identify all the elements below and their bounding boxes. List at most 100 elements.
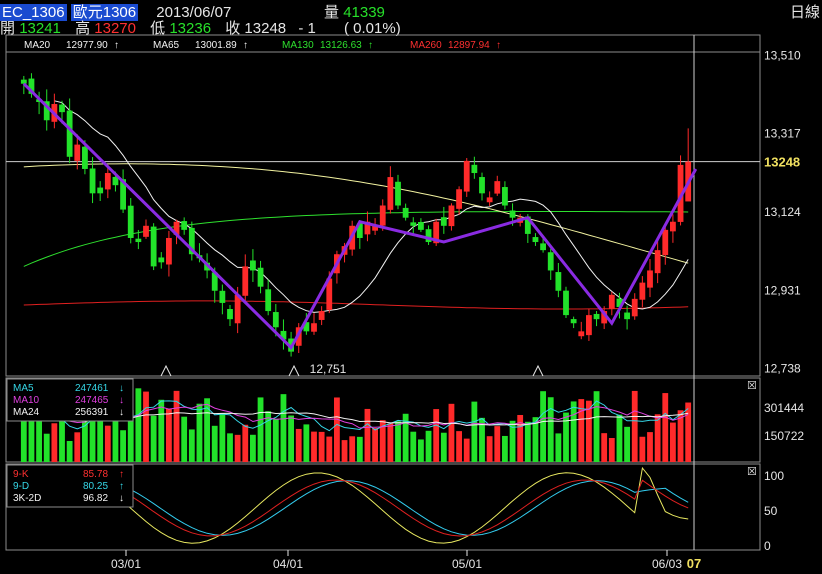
candle-body	[158, 257, 165, 263]
volume-tick-label: 301444	[764, 401, 804, 415]
candle-body	[143, 225, 149, 237]
volume-bar	[196, 403, 203, 462]
volume-bar	[624, 426, 630, 462]
candle-body	[662, 229, 669, 256]
volume-bar	[219, 413, 226, 462]
volume-bar	[143, 391, 149, 462]
x-tick-label: 03/01	[111, 557, 141, 571]
kd-tick-label: 50	[764, 504, 778, 518]
kd-tick-label: 0	[764, 539, 771, 553]
low-price-marker: 12,751	[310, 362, 347, 376]
candle-body	[479, 177, 485, 194]
candle-body	[219, 290, 226, 303]
candle-body	[471, 164, 478, 174]
volume-bar	[280, 394, 287, 462]
volume-bar	[265, 411, 272, 462]
candle-body	[463, 160, 470, 192]
candle-body	[555, 272, 562, 291]
volume-bar	[654, 414, 661, 462]
volume-bar	[418, 439, 424, 462]
candle-body	[486, 197, 493, 203]
volume-legend-value: 256391	[75, 407, 109, 418]
candle-body	[578, 331, 585, 337]
kd-legend-arrow: ↑	[119, 481, 124, 492]
candle-body	[82, 146, 88, 169]
volume-bar	[82, 418, 88, 462]
volume-bar	[66, 440, 73, 462]
candle-body	[74, 144, 81, 161]
close-kd-panel-icon[interactable]: ☒	[747, 466, 757, 478]
candle-body	[89, 168, 96, 194]
kd-k-line	[46, 479, 689, 537]
volume-bar	[211, 425, 218, 462]
volume-bar	[364, 408, 371, 462]
kd-legend-label: 9-D	[13, 481, 29, 492]
volume-bar	[272, 419, 279, 462]
trend-line	[22, 82, 698, 351]
volume-bar	[425, 430, 432, 462]
x-tick-label: 04/01	[273, 557, 303, 571]
volume-bar	[311, 431, 317, 462]
current-price-label: 13248	[764, 155, 800, 170]
stock-chart[interactable]: 13,510 13,317 13,124 12,931 12,738 13248 12,75…	[0, 0, 822, 574]
price-tick-label: 13,510	[764, 48, 801, 62]
ma-legend-arrow: ↑	[243, 40, 248, 51]
volume-bar	[36, 418, 42, 462]
volume-bar	[234, 434, 241, 462]
volume-bar	[227, 433, 233, 462]
candle-body	[234, 294, 241, 324]
volume-bar	[349, 436, 356, 462]
candle-body	[608, 294, 615, 309]
close-volume-panel-icon[interactable]: ☒	[747, 380, 757, 392]
volume-bar	[433, 409, 440, 462]
ma-legend-arrow: ↑	[368, 40, 373, 51]
kd-3k2d-line	[46, 466, 689, 544]
candle-body	[593, 313, 600, 320]
volume-bar	[188, 429, 195, 462]
volume-bar	[295, 428, 302, 462]
candle-body	[250, 260, 256, 271]
candle-body	[20, 79, 27, 84]
ma-legend-label: MA130	[282, 40, 314, 51]
kd-tick-label: 100	[764, 469, 784, 483]
volume-legend-arrow: ↓	[119, 407, 124, 418]
kd-legend-arrow: ↑	[119, 469, 124, 480]
kd-legend-value: 96.82	[83, 493, 108, 504]
volume-legend-arrow: ↓	[119, 383, 124, 394]
volume-bar	[540, 391, 546, 462]
volume-bar	[135, 388, 142, 462]
candle-body	[547, 252, 554, 271]
candle-body	[440, 217, 447, 226]
ma130-line	[23, 211, 689, 267]
candle-body	[135, 238, 142, 243]
price-tick-label: 12,738	[764, 362, 801, 376]
triangle-marker	[288, 364, 300, 377]
kd-legend-label: 9-K	[13, 469, 29, 480]
candle-body	[532, 237, 539, 243]
volume-bar	[303, 424, 310, 462]
candle-body	[540, 243, 546, 251]
candle-body	[624, 312, 630, 320]
candle-body	[570, 319, 577, 324]
price-tick-label: 13,317	[764, 127, 801, 141]
price-tick-label: 12,931	[764, 283, 801, 297]
volume-bar	[456, 431, 462, 462]
candle-body	[150, 226, 157, 267]
volume-bar	[334, 397, 340, 462]
volume-bar	[563, 412, 569, 462]
ma-legend-value: 12897.94	[448, 40, 490, 51]
x-current-date-label: 07	[687, 556, 701, 571]
volume-bar	[662, 393, 669, 462]
volume-bar	[555, 433, 562, 462]
candle-body	[257, 267, 264, 287]
ma-legend-arrow: ↑	[114, 40, 119, 51]
ma260-line	[23, 300, 689, 310]
volume-bar	[685, 402, 692, 462]
volume-bar	[670, 422, 676, 462]
volume-legend-label: MA5	[13, 383, 34, 394]
volume-bar	[150, 415, 157, 462]
volume-bar	[250, 434, 256, 462]
volume-legend-arrow: ↓	[119, 395, 124, 406]
candle-body	[586, 315, 592, 336]
volume-legend-value: 247465	[75, 395, 109, 406]
